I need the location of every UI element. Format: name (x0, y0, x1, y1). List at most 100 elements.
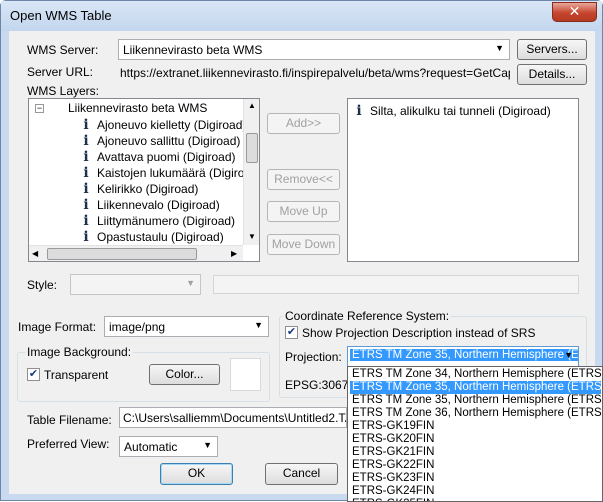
tree-item[interactable]: i Liikennevalo (Digiroad) (81, 197, 220, 213)
preferred-view-value: Automatic (124, 440, 178, 454)
details-button[interactable]: Details... (517, 64, 587, 85)
tree-item[interactable]: i Kelirikko (Digiroad) (81, 181, 198, 197)
color-button[interactable]: Color... (149, 364, 220, 385)
table-filename-value: C:\Users\salliemm\Documents\Untitled2.TA… (123, 411, 347, 425)
projection-option[interactable]: ETRS-GK21FIN (350, 446, 601, 459)
tree-item[interactable]: i Avattava puomi (Digiroad) (81, 149, 236, 165)
horizontal-scroll-thumb[interactable] (47, 248, 197, 260)
projection-option[interactable]: ETRS TM Zone 34, Northern Hemisphere (ET… (350, 368, 602, 381)
selected-layers-list[interactable]: i Silta, alikulku tai tunneli (Digiroad) (347, 98, 579, 262)
layers-horizontal-scrollbar[interactable]: ◀ ▶ (29, 245, 243, 261)
projection-option[interactable]: ETRS TM Zone 35, Northern Hemisphere (ET… (350, 381, 602, 394)
tree-item-label: Liittymänumero (Digiroad) (97, 214, 236, 228)
projection-option[interactable]: ETRS-GK23FIN (350, 472, 601, 485)
info-icon: i (83, 165, 89, 181)
tree-item-label: Kelirikko (Digiroad) (97, 182, 199, 196)
layers-vertical-scrollbar[interactable]: ▲ ▼ (243, 99, 259, 245)
wms-layers-label: WMS Layers: (27, 84, 100, 98)
style-description-field (213, 275, 579, 294)
info-icon: i (83, 229, 89, 245)
show-description-checkbox[interactable]: ✔ (285, 326, 298, 339)
projection-option[interactable]: ETRS-GK19FIN (350, 420, 601, 433)
tree-item-label: Avattava puomi (Digiroad) (97, 150, 236, 164)
projection-dropdown-list[interactable]: ETRS TM Zone 34, Northern Hemisphere (ET… (347, 366, 603, 502)
remove-layer-button[interactable]: Remove<< (267, 169, 340, 190)
crs-group-label: Coordinate Reference System: (283, 309, 452, 323)
add-layer-button[interactable]: Add>> (267, 113, 340, 134)
chevron-down-icon: ▼ (254, 320, 263, 330)
tree-item-label: Ajoneuvo kielletty (Digiroad) (97, 118, 247, 132)
open-wms-table-dialog: Open WMS Table ✕ WMS Server: Liikennevir… (0, 0, 603, 502)
close-button[interactable]: ✕ (552, 2, 597, 22)
table-filename-input[interactable]: C:\Users\salliemm\Documents\Untitled2.TA… (119, 407, 347, 428)
chevron-down-icon: ▼ (564, 350, 573, 360)
list-item[interactable]: i Silta, alikulku tai tunneli (Digiroad) (354, 103, 551, 119)
projection-option[interactable]: ETRS TM Zone 35, Northern Hemisphere (ET… (350, 394, 602, 407)
move-up-button[interactable]: Move Up (267, 201, 340, 222)
scroll-up-icon[interactable]: ▲ (248, 101, 256, 110)
tree-item[interactable]: i Liittymänumero (Digiroad) (81, 213, 235, 229)
scroll-right-icon[interactable]: ▶ (231, 249, 237, 258)
info-icon: i (83, 117, 89, 133)
close-icon: ✕ (568, 3, 581, 19)
image-background-label: Image Background: (25, 345, 134, 359)
chevron-down-icon: ▼ (186, 278, 195, 288)
cancel-button[interactable]: Cancel (265, 463, 338, 485)
tree-root-label: Liikennevirasto beta WMS (68, 101, 208, 115)
wms-server-value: Liikennevirasto beta WMS (123, 43, 263, 57)
scroll-down-icon[interactable]: ▼ (248, 232, 256, 241)
style-select[interactable]: ▼ (70, 274, 201, 295)
show-description-label: Show Projection Description instead of S… (302, 326, 536, 340)
collapse-icon[interactable]: − (35, 104, 44, 114)
chevron-down-icon: ▼ (495, 43, 504, 53)
selected-layer-label: Silta, alikulku tai tunneli (Digiroad) (370, 104, 551, 118)
projection-value: ETRS TM Zone 35, Northern Hemisphere (E (350, 349, 579, 361)
info-icon: i (83, 133, 89, 149)
transparent-checkbox[interactable]: ✔ (27, 368, 40, 381)
projection-option[interactable]: ETRS TM Zone 36, Northern Hemisphere (ET… (350, 407, 602, 420)
color-swatch[interactable] (230, 358, 261, 391)
servers-button[interactable]: Servers... (517, 39, 587, 60)
projection-option[interactable]: ETRS-GK22FIN (350, 459, 601, 472)
tree-item-label: Opastustaulu (Digiroad) (97, 230, 224, 244)
chevron-down-icon: ▼ (203, 440, 212, 450)
preferred-view-label: Preferred View: (27, 437, 110, 451)
wms-server-select[interactable]: Liikennevirasto beta WMS ▼ (118, 39, 510, 60)
epsg-code: EPSG:3067 (285, 378, 349, 392)
preferred-view-select[interactable]: Automatic ▼ (119, 436, 218, 457)
server-url-label: Server URL: (27, 65, 94, 79)
window-title: Open WMS Table (10, 8, 112, 23)
scroll-left-icon[interactable]: ◀ (32, 249, 38, 258)
info-icon: i (83, 213, 89, 229)
projection-option[interactable]: ETRS-GK24FIN (350, 485, 601, 498)
tree-root[interactable]: − Liikennevirasto beta WMS (35, 101, 207, 117)
projection-label: Projection: (285, 350, 342, 364)
info-icon: i (83, 197, 89, 213)
server-url-field[interactable]: https://extranet.liikennevirasto.fi/insp… (118, 63, 510, 83)
image-format-value: image/png (109, 320, 166, 334)
wms-layers-tree[interactable]: − Liikennevirasto beta WMS i Ajoneuvo kiel… (28, 98, 260, 262)
vertical-scroll-thumb[interactable] (246, 133, 258, 163)
tree-item-label: Kaistojen lukumäärä (Digiroad) (97, 166, 260, 180)
info-icon: i (83, 149, 89, 165)
table-filename-label: Table Filename: (27, 413, 112, 427)
projection-select[interactable]: ETRS TM Zone 35, Northern Hemisphere (E … (347, 346, 579, 367)
tree-item[interactable]: i Kaistojen lukumäärä (Digiroad) (81, 165, 260, 181)
tree-item-label: Ajoneuvo sallittu (Digiroad) (97, 134, 241, 148)
tree-item[interactable]: i Opastustaulu (Digiroad) (81, 229, 224, 245)
tree-item[interactable]: i Ajoneuvo kielletty (Digiroad) (81, 117, 246, 133)
move-down-button[interactable]: Move Down (267, 234, 340, 255)
info-icon: i (83, 181, 89, 197)
info-icon: i (356, 103, 362, 119)
image-format-select[interactable]: image/png ▼ (104, 316, 269, 337)
style-label: Style: (27, 278, 58, 292)
projection-option[interactable]: ETRS-GK20FIN (350, 433, 601, 446)
title-bar[interactable]: Open WMS Table ✕ (1, 1, 602, 31)
projection-option[interactable]: ETRS-GK25FIN (350, 498, 601, 501)
wms-server-label: WMS Server: (27, 43, 99, 57)
image-format-label: Image Format: (18, 320, 97, 334)
tree-item-label: Liikennevalo (Digiroad) (97, 198, 220, 212)
transparent-label: Transparent (44, 368, 109, 382)
tree-item[interactable]: i Ajoneuvo sallittu (Digiroad) (81, 133, 240, 149)
ok-button[interactable]: OK (160, 463, 233, 485)
